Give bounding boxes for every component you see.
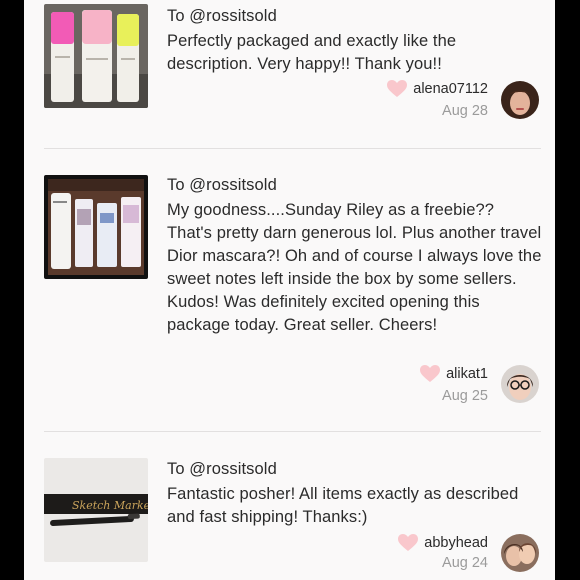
review-username[interactable]: abbyhead: [424, 535, 488, 551]
product-thumbnail[interactable]: [44, 4, 148, 108]
review-author[interactable]: alikat1: [420, 365, 488, 383]
review-author[interactable]: alena07112: [387, 80, 488, 98]
user-avatar[interactable]: [501, 81, 539, 119]
heart-icon: [420, 365, 441, 382]
avatar-photo: [501, 365, 539, 403]
review-date: Aug 25: [442, 388, 488, 404]
review-item: To @rossitsold My goodness....Sunday Ril…: [24, 149, 555, 432]
review-recipient[interactable]: To @rossitsold: [167, 7, 277, 26]
review-text: Perfectly packaged and exactly like the …: [167, 32, 457, 73]
product-thumbnail[interactable]: Sketch Marker: [44, 458, 148, 562]
review-text: My goodness....Sunday Riley as a freebie…: [167, 201, 542, 334]
avatar-photo: [501, 534, 539, 572]
review-item: Sketch Marker To @rossitsold Fantastic p…: [24, 432, 555, 580]
heart-icon: [387, 80, 408, 97]
product-photo: Sketch Marker: [44, 458, 148, 562]
review-recipient[interactable]: To @rossitsold: [167, 176, 277, 195]
review-text: Fantastic posher! All items exactly as d…: [167, 485, 519, 526]
review-recipient[interactable]: To @rossitsold: [167, 460, 277, 479]
product-photo: [44, 175, 148, 279]
review-author[interactable]: abbyhead: [398, 534, 488, 552]
heart-icon: [398, 534, 419, 551]
review-date: Aug 28: [442, 103, 488, 119]
user-avatar[interactable]: [501, 534, 539, 572]
review-item: To @rossitsold Perfectly packaged and ex…: [24, 0, 555, 148]
product-photo: [44, 4, 148, 108]
product-thumbnail[interactable]: [44, 175, 148, 279]
review-username[interactable]: alena07112: [413, 81, 488, 97]
review-date: Aug 24: [442, 555, 488, 571]
avatar-photo: [501, 81, 539, 119]
product-brand-label: Sketch Marker: [72, 499, 148, 512]
love-notes-list: To @rossitsold Perfectly packaged and ex…: [24, 0, 555, 580]
review-username[interactable]: alikat1: [446, 366, 488, 382]
user-avatar[interactable]: [501, 365, 539, 403]
